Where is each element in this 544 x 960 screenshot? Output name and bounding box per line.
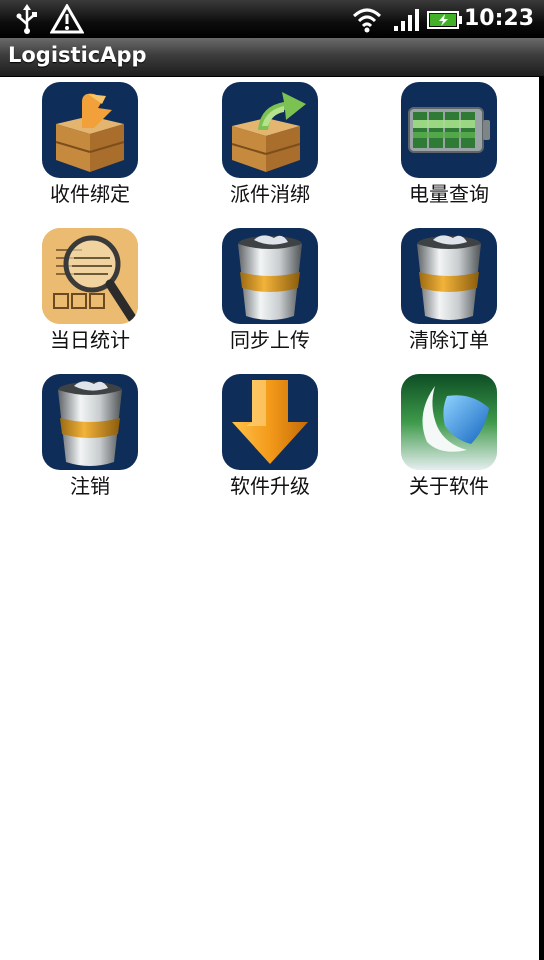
download-arrow-icon xyxy=(222,374,318,470)
menu-item-receive-bind[interactable]: 收件绑定 xyxy=(0,82,180,222)
trash-can-icon xyxy=(222,228,318,324)
clock-time: 10:23 xyxy=(463,6,534,31)
menu-item-about[interactable]: 关于软件 xyxy=(359,374,539,514)
menu-item-daily-stats[interactable]: 当日统计 xyxy=(0,228,180,368)
box-send-icon xyxy=(222,82,318,178)
battery-icon xyxy=(426,4,464,38)
usb-icon xyxy=(14,4,40,38)
battery-query-icon xyxy=(401,82,497,178)
status-bar: 10:23 xyxy=(0,0,544,38)
box-receive-icon xyxy=(42,82,138,178)
trash-can-icon xyxy=(401,228,497,324)
menu-item-logout[interactable]: 注销 xyxy=(0,374,180,514)
app-title-bar: LogisticApp xyxy=(0,38,544,77)
trash-can-icon xyxy=(42,374,138,470)
signal-icon xyxy=(392,4,422,38)
menu-item-dispatch-unbind[interactable]: 派件消绑 xyxy=(180,82,360,222)
menu-item-clear-orders[interactable]: 清除订单 xyxy=(359,228,539,368)
menu-item-label: 当日统计 xyxy=(50,328,130,352)
menu-item-label: 注销 xyxy=(70,474,110,498)
right-edge-divider xyxy=(539,76,544,960)
menu-item-label: 关于软件 xyxy=(409,474,489,498)
menu-item-sync-upload[interactable]: 同步上传 xyxy=(180,228,360,368)
menu-item-software-upgrade[interactable]: 软件升级 xyxy=(180,374,360,514)
menu-item-label: 派件消绑 xyxy=(230,182,310,206)
menu-item-label: 收件绑定 xyxy=(50,182,130,206)
menu-item-label: 软件升级 xyxy=(230,474,310,498)
magnifier-statistics-icon xyxy=(42,228,138,324)
warning-icon xyxy=(49,2,85,38)
menu-item-label: 清除订单 xyxy=(409,328,489,352)
wifi-icon xyxy=(352,4,382,38)
menu-item-label: 同步上传 xyxy=(230,328,310,352)
app-logo-icon xyxy=(401,374,497,470)
menu-item-label: 电量查询 xyxy=(409,182,489,206)
app-title: LogisticApp xyxy=(8,43,147,67)
menu-item-battery-query[interactable]: 电量查询 xyxy=(359,82,539,222)
